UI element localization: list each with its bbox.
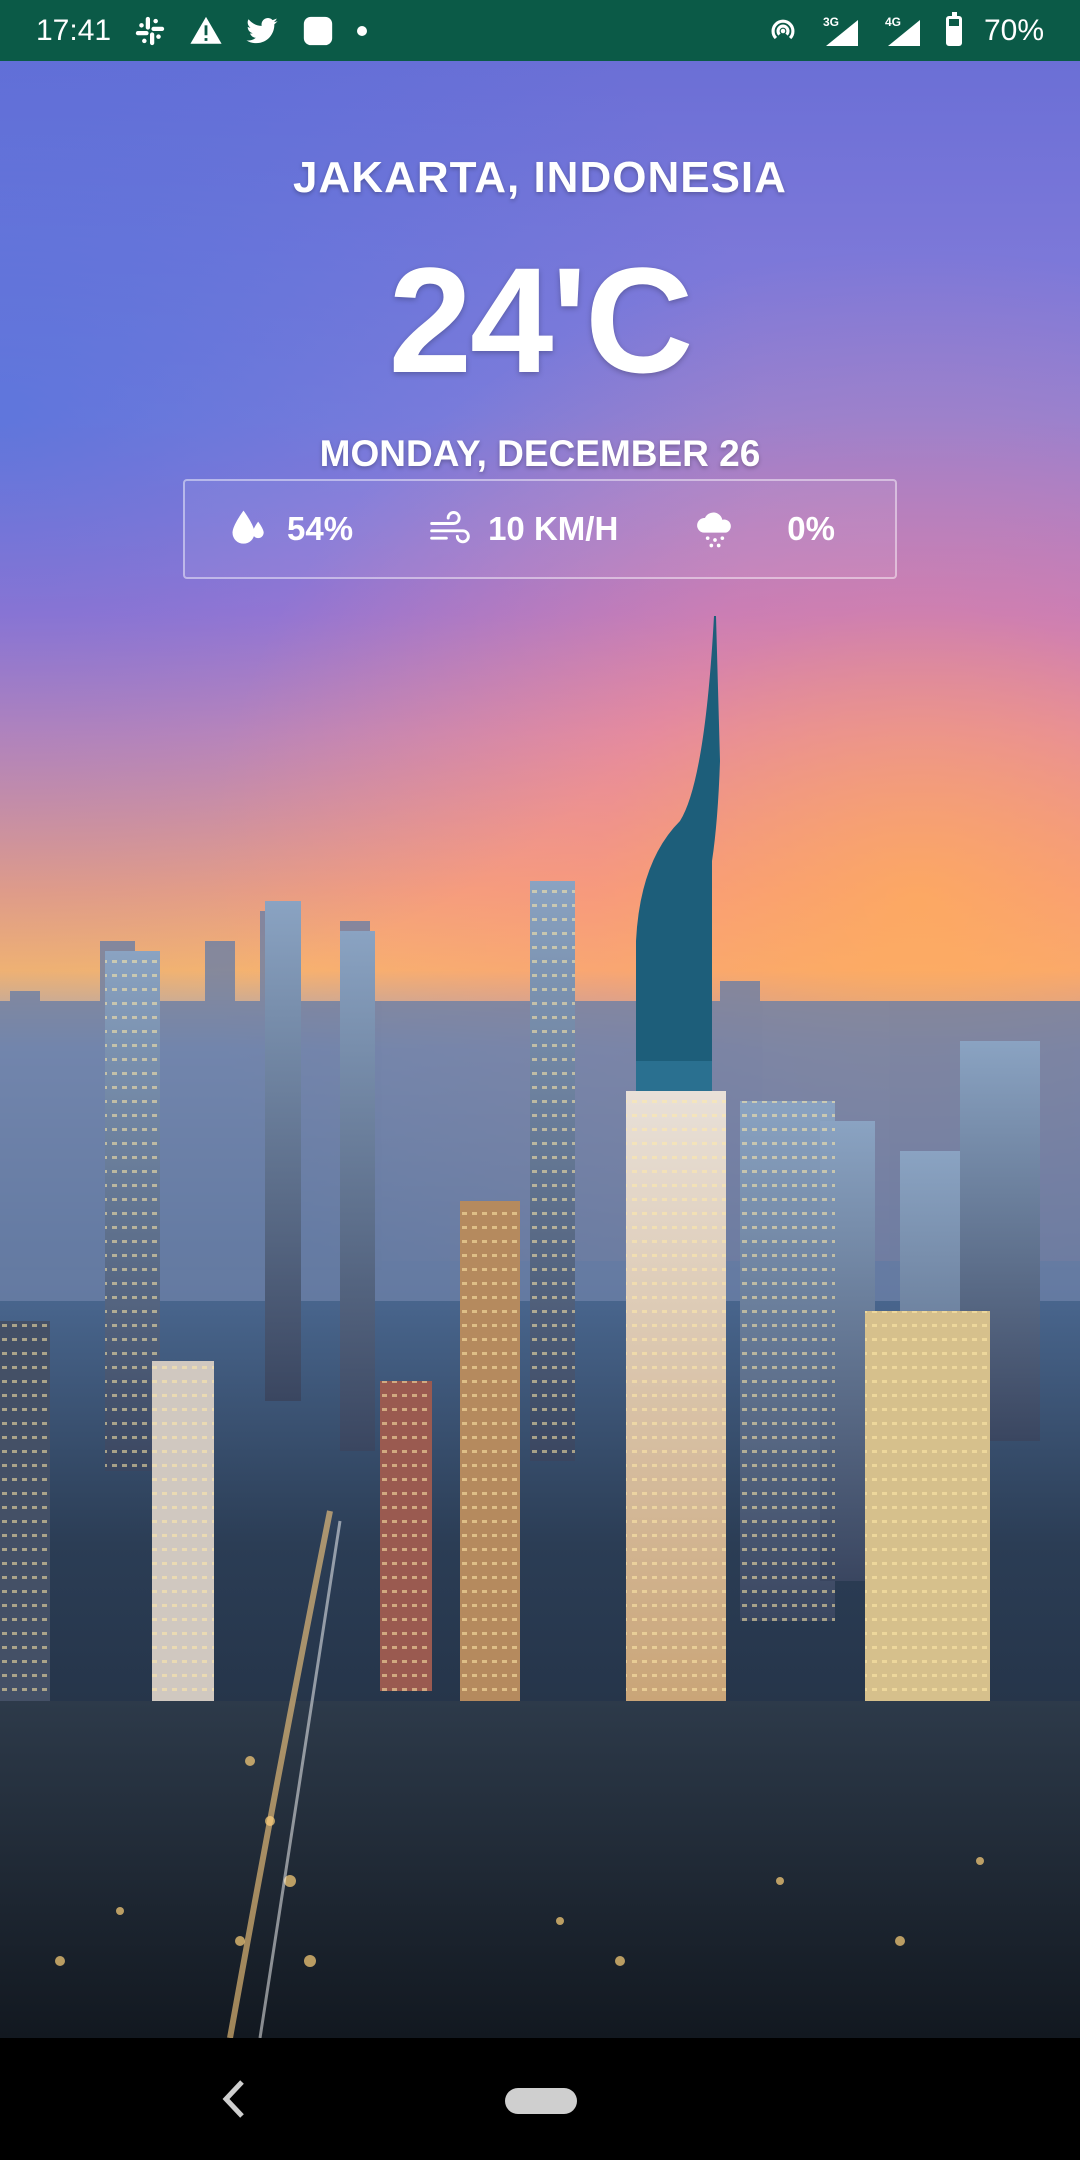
warning-icon [190, 16, 222, 44]
weather-stats-box: 54% 10 KM/H 0% [183, 479, 897, 579]
wind-value: 10 KM/H [488, 510, 619, 547]
date-label: MONDAY, DECEMBER 26 [319, 433, 761, 474]
precipitation-stat: 0% [693, 507, 835, 551]
slack-icon [135, 16, 165, 45]
status-bar: 17:41 3G 4G 70% [0, 0, 1080, 61]
wind-icon [430, 511, 470, 544]
signal-3g-icon: 3G [823, 15, 858, 46]
status-bar-right: 3G 4G 70% [766, 11, 1044, 48]
snow-cloud-icon [697, 512, 732, 548]
hotspot-icon [771, 19, 795, 39]
humidity-value: 54% [287, 510, 354, 547]
chevron-left-icon[interactable] [214, 2074, 254, 2124]
home-pill-icon[interactable] [505, 2088, 577, 2114]
navigation-bar [0, 2038, 1080, 2160]
humidity-icon [232, 510, 264, 544]
svg-text:4G: 4G [885, 15, 901, 29]
svg-text:3G: 3G [823, 15, 839, 29]
wind-stat: 10 KM/H [428, 507, 618, 551]
precipitation-value: 0% [787, 510, 835, 547]
twitter-icon [246, 17, 278, 43]
battery-percent: 70% [983, 13, 1044, 47]
dot-icon [357, 25, 368, 36]
app-square-icon [303, 16, 333, 45]
clock: 17:41 [36, 13, 112, 47]
battery-fill [948, 25, 959, 43]
temperature-label: 24'C [388, 236, 694, 404]
signal-4g-icon: 4G [885, 15, 920, 46]
battery-icon [945, 11, 962, 46]
location-label: JAKARTA, INDONESIA [293, 153, 787, 202]
humidity-stat: 54% [227, 507, 353, 551]
weather-panel: JAKARTA, INDONESIA 24'C MONDAY, DECEMBER… [0, 61, 1080, 475]
status-bar-left: 17:41 [36, 13, 368, 48]
